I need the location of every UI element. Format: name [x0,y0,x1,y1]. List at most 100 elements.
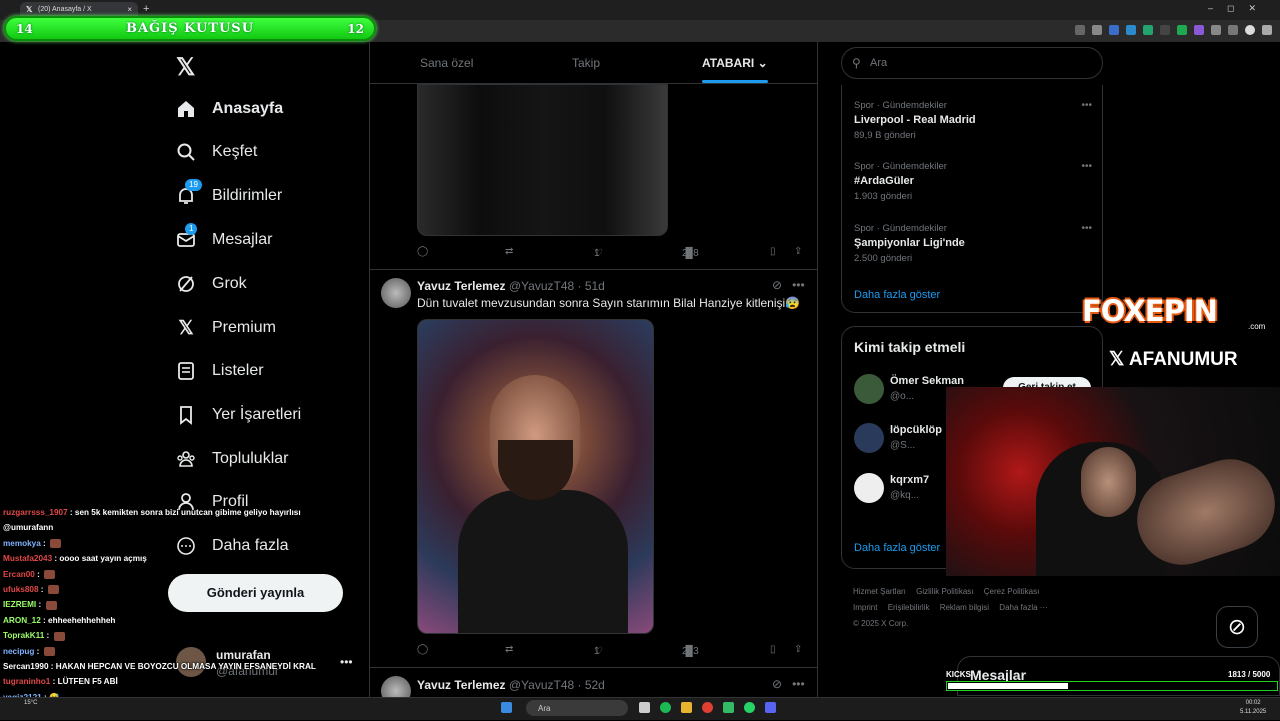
profile-avatar-icon[interactable] [1245,25,1255,35]
avatar[interactable] [381,278,411,308]
retweet-icon[interactable]: ⇄ [505,246,513,257]
post-author-name[interactable]: Yavuz Terlemez [417,678,506,692]
extension-icon[interactable] [1194,25,1204,35]
reply-icon[interactable]: ◯ [417,246,428,257]
chat-message: @umurafann [0,520,335,535]
extension-icon[interactable] [1211,25,1221,35]
footer-link[interactable]: Daha fazla ··· [999,603,1047,612]
weather-widget[interactable]: 15°C [24,700,37,706]
nav-item-lists[interactable]: Listeler [176,356,264,386]
whatsapp-icon[interactable] [744,702,755,713]
avatar [854,423,884,453]
app-icon[interactable] [723,702,734,713]
extension-icon[interactable] [1126,25,1136,35]
timeline: Sana özel Takip ATABARI ⌄ ◯ ⇄ ♡ 1 ▐▌ 288… [369,42,818,720]
extension-icon[interactable] [1160,25,1170,35]
chat-username[interactable]: Sercan1990 [3,662,49,671]
new-tab-button[interactable]: + [143,3,149,15]
extension-icon[interactable] [1228,25,1238,35]
more-icon[interactable]: ••• [792,677,805,691]
footer-link[interactable]: Reklam bilgisi [940,603,989,612]
footer-link[interactable]: Hizmet Şartları [853,587,906,596]
chat-username[interactable]: tugraninho1 [3,677,50,686]
extension-icon[interactable] [1109,25,1119,35]
more-icon[interactable]: ••• [792,278,805,292]
window-controls[interactable]: –◻✕ [1208,3,1270,14]
chat-text: : ehheehehhehheh [40,615,116,625]
clock-time: 00:02 [1245,700,1261,706]
nav-item-communities[interactable]: Topluluklar [176,444,288,474]
chat-username[interactable]: ARON_12 [3,616,41,625]
chrome-icon[interactable] [702,702,713,713]
grok-floating-button[interactable]: ⊘ [1216,606,1258,648]
start-icon[interactable] [501,702,512,713]
footer-link[interactable]: Imprint [853,603,877,612]
extension-icon[interactable] [1177,25,1187,35]
taskbar-search[interactable]: Ara [526,700,628,716]
extension-icon[interactable] [1075,25,1085,35]
more-icon[interactable]: ••• [1081,161,1092,172]
footer-links: Hizmet Şartları Gizlilik Politikası Çere… [853,584,1093,632]
chat-message: ARON_12 : ehheehehhehheh [0,613,335,628]
reply-icon[interactable]: ◯ [417,644,428,655]
grok-icon[interactable]: ⊘ [772,278,782,292]
home-icon [176,99,196,119]
search-input[interactable]: ⚲ Ara [841,47,1103,79]
nav-item-grok[interactable]: Grok [176,269,247,299]
bookmark-icon[interactable]: ▯ [770,644,776,655]
folder-icon[interactable] [681,702,692,713]
tab-atabari[interactable]: ATABARI ⌄ [702,56,768,70]
grok-icon[interactable]: ⊘ [772,677,782,691]
more-icon[interactable]: ••• [1081,100,1092,111]
chat-text: : oooo saat yayın açmış [52,554,147,564]
tab-close-icon[interactable]: × [127,5,132,14]
account-more-icon[interactable]: ••• [340,655,353,669]
x-logo-icon[interactable]: 𝕏 [176,53,195,82]
tab-label: ATABARI [702,56,755,70]
bookmark-icon[interactable]: ▯ [770,246,776,257]
nav-item-explore[interactable]: Keşfet [176,137,257,167]
nav-item-messages[interactable]: 1 Mesajlar [176,223,272,255]
search-placeholder: Ara [870,57,888,69]
chat-username[interactable]: IEZREMI [3,600,36,609]
chat-username[interactable]: ruzgarrsss_1907 [3,508,68,517]
extension-icon[interactable] [1092,25,1102,35]
trend-item[interactable]: Spor · Gündemdekiler #ArdaGüler 1.903 gö… [854,161,1092,202]
chat-username[interactable]: ufuks808 [3,585,39,594]
extension-icon[interactable] [1143,25,1153,35]
footer-link[interactable]: Erişilebilirlik [888,603,930,612]
chat-username[interactable]: ToprakK11 [3,631,44,640]
tab-for-you[interactable]: Sana özel [420,56,473,70]
chat-username[interactable]: necipug [3,647,34,656]
menu-icon[interactable] [1262,25,1272,35]
nav-item-bookmarks[interactable]: Yer İşaretleri [176,400,301,430]
tab-title: (20) Anasayfa / X [38,6,92,13]
retweet-icon[interactable]: ⇄ [505,644,513,655]
webcam-face [1081,447,1136,517]
trends-show-more-link[interactable]: Daha fazla göster [854,289,940,301]
chat-username[interactable]: Mustafa2043 [3,554,52,563]
share-icon[interactable]: ⇪ [794,644,802,655]
nav-item-notifications[interactable]: 19 Bildirimler [176,179,282,211]
post-media-image[interactable] [417,319,654,634]
share-icon[interactable]: ⇪ [794,246,802,257]
post-author-name[interactable]: Yavuz Terlemez [417,279,506,293]
chat-username[interactable]: memokya [3,539,41,548]
trend-item[interactable]: Spor · Gündemdekiler Şampiyonlar Ligi'nd… [854,223,1092,264]
footer-link[interactable]: Gizlilik Politikası [916,587,973,596]
discord-icon[interactable] [765,702,776,713]
follow-show-more-link[interactable]: Daha fazla göster [854,542,940,554]
footer-link[interactable]: Çerez Politikası [984,587,1040,596]
taskbar-clock[interactable]: 00:02 5.11.2025 [1240,699,1266,717]
more-icon[interactable]: ••• [1081,223,1092,234]
spotify-icon[interactable] [660,702,671,713]
nav-item-home[interactable]: Anasayfa [176,94,283,124]
trend-item[interactable]: Spor · Gündemdekiler Liverpool - Real Ma… [854,100,1092,141]
chat-username[interactable]: Ercan00 [3,570,35,579]
taskview-icon[interactable] [639,702,650,713]
nav-item-premium[interactable]: 𝕏 Premium [176,313,276,343]
chat-message: necipug : [0,644,335,659]
chat-message: tugraninho1 : LÜTFEN F5 ABİ [0,674,335,689]
tab-following[interactable]: Takip [572,56,600,70]
post-media-image[interactable] [417,84,668,236]
